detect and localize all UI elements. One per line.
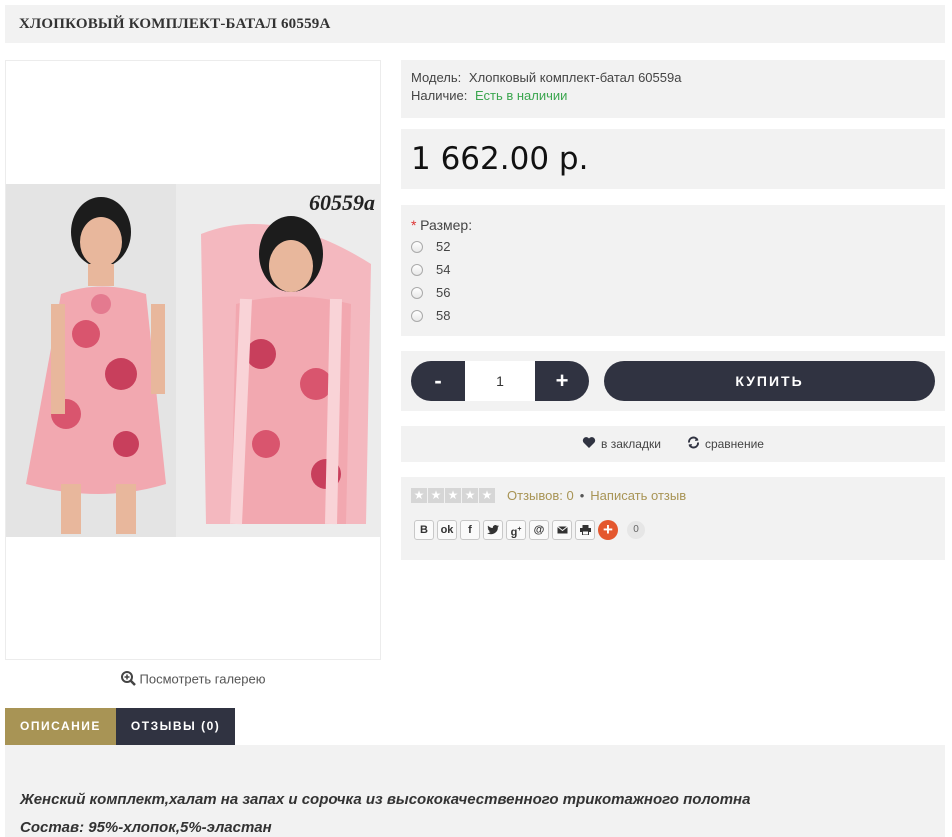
product-tabs: ОПИСАНИЕ ОТЗЫВЫ (0) (5, 708, 236, 745)
size-option-52[interactable]: 52 (411, 235, 935, 258)
email-share-icon[interactable] (552, 520, 572, 540)
compare-label: сравнение (704, 437, 764, 451)
size-option-header: * Размер: (411, 217, 935, 233)
product-price: 1 662.00 р. (411, 141, 589, 177)
product-photo[interactable]: 60559а (6, 184, 381, 537)
gallery-link-label: Посмотреть галерею (139, 671, 266, 687)
tab-description[interactable]: ОПИСАНИЕ (5, 708, 116, 745)
vk-share-icon[interactable]: В (414, 520, 434, 540)
facebook-share-icon[interactable]: f (460, 520, 480, 540)
size-label: 54 (436, 262, 451, 277)
product-title-bar: ХЛОПКОВЫЙ КОМПЛЕКТ-БАТАЛ 60559А (5, 5, 945, 43)
size-label: 58 (436, 308, 451, 323)
size-option-58[interactable]: 58 (411, 304, 935, 327)
quantity-input[interactable] (465, 361, 535, 401)
add-to-compare-button[interactable]: сравнение (687, 436, 764, 452)
product-actions: в закладки сравнение (401, 426, 945, 462)
size-label: 56 (436, 285, 451, 300)
size-radio[interactable] (411, 263, 423, 276)
description-composition: Состав: 95%-хлопок,5%-эластан (20, 819, 272, 836)
stock-status: Есть в наличии (474, 88, 568, 103)
google-plus-share-icon[interactable]: g+ (506, 520, 526, 540)
product-title: ХЛОПКОВЫЙ КОМПЛЕКТ-БАТАЛ 60559А (19, 16, 331, 32)
star-icon: ★ (445, 488, 461, 503)
product-image-container[interactable]: 60559а (5, 60, 381, 660)
reviews-count-link[interactable]: Отзывов: 0 (507, 488, 574, 503)
required-mark: * (411, 217, 417, 233)
quantity-decrease-button[interactable]: - (411, 361, 465, 401)
twitter-share-icon[interactable] (483, 520, 503, 540)
size-option-54[interactable]: 54 (411, 258, 935, 281)
size-radio[interactable] (411, 286, 423, 299)
add-to-cart-panel: - + КУПИТЬ (401, 351, 945, 411)
stock-row: Наличие: Есть в наличии (411, 87, 935, 105)
refresh-icon (687, 436, 700, 452)
size-radio[interactable] (411, 240, 423, 253)
rating-stars: ★ ★ ★ ★ ★ (411, 488, 495, 503)
mail-ru-share-icon[interactable]: @ (529, 520, 549, 540)
separator-bullet: • (579, 488, 585, 503)
size-option-title: Размер: (420, 217, 473, 233)
reviews-panel: ★ ★ ★ ★ ★ Отзывов: 0 • Написать отзыв В … (401, 477, 945, 560)
odnoklassniki-share-icon[interactable]: ok (437, 520, 457, 540)
share-buttons: В ok f g+ @ + 0 (411, 520, 935, 540)
size-options: * Размер: 52 54 56 58 (401, 205, 945, 336)
size-radio[interactable] (411, 309, 423, 322)
star-icon: ★ (428, 488, 444, 503)
product-meta: Модель: Хлопковый комплект-батал 60559а … (401, 60, 945, 118)
tab-reviews[interactable]: ОТЗЫВЫ (0) (115, 708, 236, 745)
product-photo-illustration (6, 184, 381, 537)
write-review-link[interactable]: Написать отзыв (590, 488, 686, 503)
star-icon: ★ (479, 488, 495, 503)
zoom-in-icon (120, 671, 136, 689)
print-share-icon[interactable] (575, 520, 595, 540)
model-row: Модель: Хлопковый комплект-батал 60559а (411, 69, 935, 87)
gallery-link[interactable]: Посмотреть галерею (5, 671, 381, 689)
description-line: Женский комплект,халат на запах и сорочк… (20, 791, 751, 808)
size-label: 52 (436, 239, 451, 254)
rating-row: ★ ★ ★ ★ ★ Отзывов: 0 • Написать отзыв (411, 488, 935, 503)
photo-article-code: 60559а (309, 190, 375, 215)
model-value: Хлопковый комплект-батал 60559а (468, 70, 682, 85)
description-panel: Женский комплект,халат на запах и сорочк… (5, 745, 945, 837)
size-option-56[interactable]: 56 (411, 281, 935, 304)
buy-button[interactable]: КУПИТЬ (604, 361, 935, 401)
heart-icon (582, 436, 596, 452)
share-counter: 0 (627, 521, 645, 539)
star-icon: ★ (411, 488, 427, 503)
price-panel: 1 662.00 р. (401, 129, 945, 189)
wishlist-label: в закладки (601, 437, 661, 451)
star-icon: ★ (462, 488, 478, 503)
stock-label: Наличие: (411, 88, 468, 103)
model-label: Модель: (411, 70, 462, 85)
quantity-increase-button[interactable]: + (535, 361, 589, 401)
more-share-plus-icon[interactable]: + (598, 520, 618, 540)
add-to-wishlist-button[interactable]: в закладки (582, 436, 661, 452)
